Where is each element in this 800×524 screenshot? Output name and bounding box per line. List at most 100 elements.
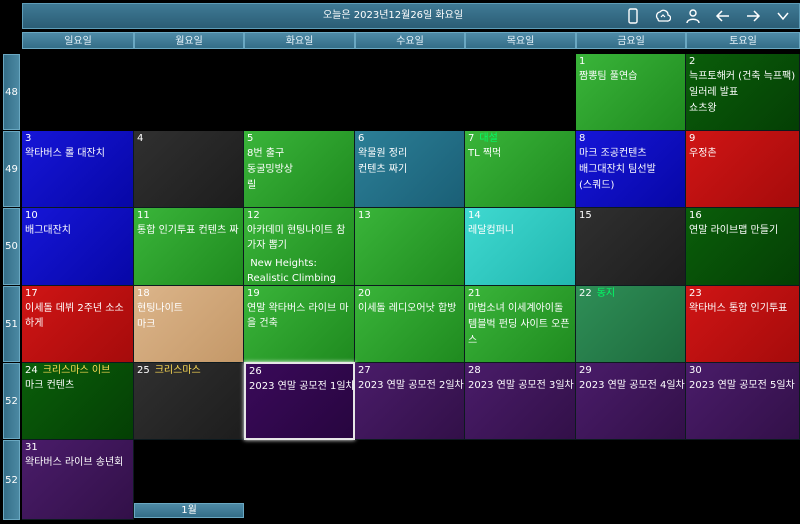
holiday-label: 대설 (479, 133, 498, 144)
weekday-tue: 화요일 (244, 32, 355, 49)
day-cell[interactable]: 2 늑프토해커 (건축 늑프팩) 일러레 발표 쇼츠왕 (686, 54, 800, 131)
day-number: 15 (579, 210, 592, 221)
week-number: 50 (3, 208, 20, 285)
phone-icon[interactable] (623, 7, 643, 25)
calendar-event[interactable]: 2023 연말 공모전 4일차 (576, 378, 685, 393)
calendar-event[interactable]: 2023 연말 공모전 3일차 (465, 378, 575, 393)
day-number: 26 (249, 366, 262, 377)
calendar-event[interactable]: 짬뽕팀 풀연습 (576, 69, 685, 84)
calendar-event[interactable]: 이세돌 데뷔 2주년 소소하게 (22, 301, 133, 331)
calendar-event[interactable]: New Heights: Realistic Climbing (244, 256, 354, 285)
day-cell[interactable]: 23 왁타버스 통합 인기투표 (686, 286, 800, 363)
day-number: 17 (25, 288, 38, 299)
day-number: 11 (137, 210, 150, 221)
day-cell[interactable]: 27 2023 연말 공모전 2일차 (355, 363, 465, 440)
calendar-event[interactable]: 이세돌 레디오어낫 합방 (355, 301, 464, 316)
day-number: 19 (247, 288, 260, 299)
day-number: 14 (468, 210, 481, 221)
calendar-event[interactable]: 늑프토해커 (건축 늑프팩) (686, 69, 799, 84)
calendar-event[interactable]: (스쿼드) (576, 178, 685, 193)
day-cell[interactable]: 10 배그대잔치 (22, 208, 134, 286)
day-cell[interactable]: 7 대설 TL 찍먹 (465, 131, 576, 208)
calendar-event[interactable]: 현팅나이트 (134, 301, 243, 316)
calendar-event[interactable]: 컨텐츠 짜기 (355, 162, 464, 177)
day-cell[interactable]: 14 레달컴퍼니 (465, 208, 576, 286)
calendar-event[interactable]: 통합 인기투표 컨텐츠 짜 (134, 223, 243, 238)
calendar-event[interactable]: 릴 (244, 178, 354, 193)
calendar-event[interactable]: 스 (465, 333, 575, 348)
user-icon[interactable] (683, 7, 703, 25)
arrow-left-icon[interactable] (713, 7, 733, 25)
calendar-event[interactable]: 배그대잔치 (22, 223, 133, 238)
sync-icon[interactable] (653, 7, 673, 25)
calendar-event[interactable]: 2023 연말 공모전 2일차 (355, 378, 464, 393)
calendar-event[interactable]: 연말 라이브맵 만들기 (686, 223, 799, 238)
day-cell[interactable]: 5 8번 출구 동굴밍방상 릴 (244, 131, 355, 208)
calendar-event[interactable]: 왁타버스 롤 대잔치 (22, 146, 133, 161)
calendar-event[interactable]: TL 찍먹 (465, 146, 575, 161)
calendar-toolbar: 오늘은 2023년12월26일 화요일 (22, 3, 800, 29)
calendar-event[interactable]: 2023 연말 공모전 5일차 (686, 378, 799, 393)
weekday-sat: 토요일 (686, 32, 800, 49)
day-cell[interactable]: 20 이세돌 레디오어낫 합방 (355, 286, 465, 363)
day-cell[interactable]: 15 (576, 208, 686, 286)
day-cell[interactable]: 3 왁타버스 롤 대잔치 (22, 131, 134, 208)
day-cell[interactable]: 12 아카데미 현팅나이트 참가자 뽑기 New Heights: Realis… (244, 208, 355, 286)
day-cell[interactable]: 21 마법소녀 이세계아이돌 템블벅 펀딩 사이트 오픈 스 (465, 286, 576, 363)
day-cell[interactable]: 25 크리스마스 (134, 363, 244, 440)
day-cell[interactable]: 17 이세돌 데뷔 2주년 소소하게 (22, 286, 134, 363)
day-cell[interactable]: 18 현팅나이트 마크 (134, 286, 244, 363)
day-cell[interactable]: 8 마크 조공컨텐츠 배그대잔치 팀선발 (스쿼드) (576, 131, 686, 208)
holiday-label: 크리스마스 이브 (42, 365, 111, 376)
calendar-event[interactable]: 왁타버스 라이브 송년회 (22, 455, 133, 470)
calendar-event[interactable]: 마크 컨텐츠 (22, 378, 133, 393)
day-number: 25 (137, 365, 150, 376)
week-number: 48 (3, 54, 20, 130)
chevron-down-icon[interactable] (773, 7, 793, 25)
day-cell[interactable]: 6 왁물원 정리 컨텐츠 짜기 (355, 131, 465, 208)
next-month-label[interactable]: 1월 (134, 503, 244, 518)
day-cell[interactable]: 30 2023 연말 공모전 5일차 (686, 363, 800, 440)
calendar-event[interactable]: 마크 조공컨텐츠 (576, 146, 685, 161)
calendar-event[interactable]: 아카데미 현팅나이트 참가자 뽑기 (244, 223, 354, 253)
calendar-event[interactable]: 일러레 발표 (686, 85, 799, 100)
day-cell[interactable]: 13 (355, 208, 465, 286)
day-number: 30 (689, 365, 702, 376)
calendar-event[interactable]: 연말 왁타버스 라이브 마을 건축 (244, 301, 354, 331)
day-cell[interactable]: 9 우정촌 (686, 131, 800, 208)
day-cell[interactable]: 11 통합 인기투표 컨텐츠 짜 (134, 208, 244, 286)
holiday-label: 크리스마스 (154, 365, 201, 376)
calendar-event[interactable]: 쇼츠왕 (686, 101, 799, 116)
calendar-event[interactable]: 우정촌 (686, 146, 799, 161)
day-cell-today[interactable]: 26 2023 연말 공모전 1일차 (244, 362, 355, 440)
calendar-event[interactable]: 배그대잔치 팀선발 (576, 162, 685, 177)
day-number: 7 (468, 133, 475, 144)
day-number: 2 (689, 56, 696, 67)
arrow-right-icon[interactable] (743, 7, 763, 25)
week-number: 49 (3, 131, 20, 207)
day-number: 22 (579, 288, 592, 299)
calendar-event[interactable]: 레달컴퍼니 (465, 223, 575, 238)
day-number: 28 (468, 365, 481, 376)
day-cell[interactable]: 22 동지 (576, 286, 686, 363)
day-cell[interactable]: 4 (134, 131, 244, 208)
calendar-event[interactable]: 2023 연말 공모전 1일차 (246, 379, 353, 394)
day-cell[interactable]: 29 2023 연말 공모전 4일차 (576, 363, 686, 440)
calendar-event[interactable]: 8번 출구 (244, 146, 354, 161)
day-number: 27 (358, 365, 371, 376)
day-number: 12 (247, 210, 260, 221)
calendar-event[interactable]: 마법소녀 이세계아이돌 (465, 301, 575, 316)
day-cell[interactable]: 31 왁타버스 라이브 송년회 (22, 440, 134, 520)
calendar-event[interactable]: 왁타버스 통합 인기투표 (686, 301, 799, 316)
calendar-event[interactable]: 마크 (134, 317, 243, 332)
calendar-event[interactable]: 동굴밍방상 (244, 162, 354, 177)
day-cell[interactable]: 24 크리스마스 이브 마크 컨텐츠 (22, 363, 134, 440)
calendar-event[interactable]: 템블벅 펀딩 사이트 오픈 (465, 317, 575, 332)
day-cell[interactable]: 1 짬뽕팀 풀연습 (576, 54, 686, 131)
calendar-event[interactable]: 왁물원 정리 (355, 146, 464, 161)
day-cell[interactable]: 19 연말 왁타버스 라이브 마을 건축 (244, 286, 355, 363)
day-number: 20 (358, 288, 371, 299)
day-cell[interactable]: 16 연말 라이브맵 만들기 (686, 208, 800, 286)
day-cell[interactable]: 28 2023 연말 공모전 3일차 (465, 363, 576, 440)
day-number: 13 (358, 210, 371, 221)
